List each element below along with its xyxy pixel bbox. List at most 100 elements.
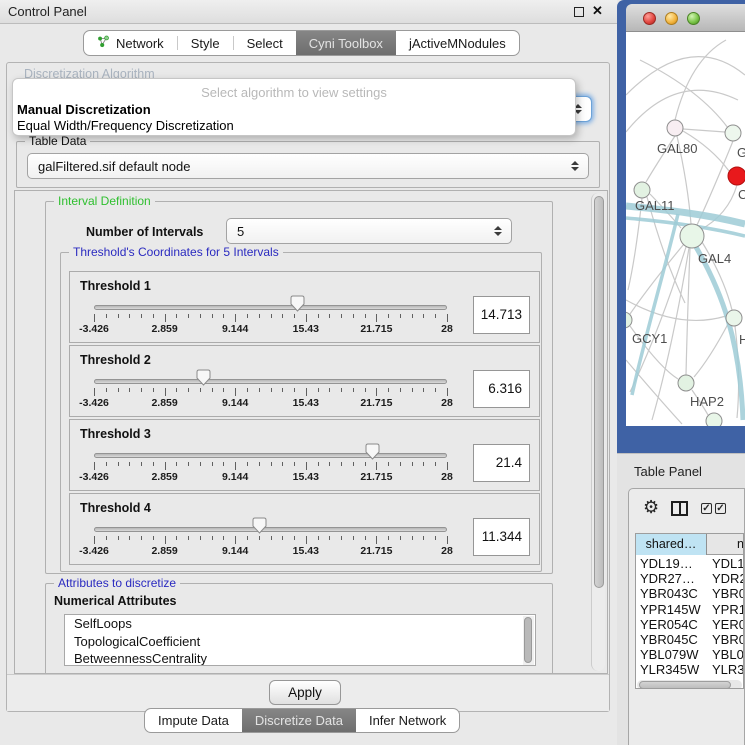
gal11-node[interactable] [634,182,650,198]
network-edge-highlighted[interactable] [632,214,678,395]
tab-network[interactable]: Network [84,31,177,55]
name-cell: YDR2 [712,571,744,586]
node-label: GA [737,145,745,160]
tick-label: 2.859 [151,323,177,335]
ga-node[interactable] [725,125,741,141]
network-canvas[interactable]: GAL80GACGAL11GAL4GCY1HHAP2 [626,32,745,426]
slider-thumb[interactable] [252,517,267,534]
threshold-label: Threshold 3 [80,427,151,441]
numerical-attributes-list[interactable]: SelfLoopsTopologicalCoefficientBetweenne… [64,614,536,666]
dropdown-placeholder: Select algorithm to view settings [13,85,575,100]
tick-label: 9.144 [222,397,248,409]
partial-node[interactable] [706,413,722,426]
close-icon[interactable]: ✕ [592,3,603,19]
close-traffic-light-icon[interactable] [643,12,656,25]
table-horizontal-scrollbar[interactable] [637,680,742,689]
table-data-group-title: Table Data [25,134,90,148]
attribute-list-item[interactable]: TopologicalCoefficient [65,633,535,651]
columns-icon[interactable] [671,501,688,516]
attributes-list-scrollbar[interactable] [523,616,534,666]
table-panel-title: Table Panel [634,464,702,479]
table-row[interactable]: YBR043CYBR0 [636,586,743,601]
tab-infer-network[interactable]: Infer Network [356,709,459,732]
attribute-list-item[interactable]: SelfLoops [65,615,535,633]
slider-thumb[interactable] [365,443,380,460]
name-cell: YBR0 [712,632,744,647]
checkbox-icon[interactable]: ✓ [701,503,712,514]
tick-label: 21.715 [360,323,392,335]
float-window-icon[interactable] [574,7,584,17]
gal4-node[interactable] [680,224,704,248]
threshold-value-field[interactable]: 11.344 [473,518,530,556]
slider-track[interactable] [94,305,447,310]
dropdown-option-manual[interactable]: Manual Discretization [17,102,151,117]
column-header-name[interactable]: n [707,534,743,555]
network-edge[interactable] [683,129,725,132]
threshold-value-field[interactable]: 21.4 [473,444,530,482]
table-row[interactable]: YLR345WYLR3 [636,662,743,677]
network-icon [97,35,110,51]
thresholds-group: Threshold's Coordinates for 5 Intervals … [60,252,542,572]
h-node[interactable] [726,310,742,326]
checkbox-icon[interactable]: ✓ [715,503,726,514]
table-row[interactable]: YER054CYER0 [636,617,743,632]
attribute-list-item[interactable]: BetweennessCentrality [65,650,535,666]
column-header-shared-name[interactable]: shared… [636,534,707,555]
tick-label: 2.859 [151,397,177,409]
table-row[interactable]: YPR145WYPR1 [636,602,743,617]
threshold-box-2: Threshold 2-3.4262.8599.14415.4321.71528… [69,345,540,417]
tick-label: 2.859 [151,471,177,483]
table-header: shared… n [636,534,743,555]
table-row[interactable]: YBL079WYBL0 [636,647,743,662]
tab-jactivemnodules[interactable]: jActiveMNodules [396,31,519,55]
tick-label: -3.426 [79,471,109,483]
tab-network-label: Network [116,36,164,51]
interval-definition-group: Interval Definition Number of Intervals … [45,201,553,574]
node-label: C [738,187,745,202]
table-row[interactable]: YDL19…YDL1 [636,556,743,571]
tick-label: 21.715 [360,471,392,483]
table-row[interactable]: YDR27…YDR2 [636,571,743,586]
threshold-value-field[interactable]: 6.316 [473,370,530,408]
table-panel-region: Table Panel ⚙ ✓ ✓ shared… n YDL19…YDL1YD… [617,453,745,745]
table-row[interactable]: YBR045CYBR0 [636,632,743,647]
minimize-traffic-light-icon[interactable] [665,12,678,25]
slider-track[interactable] [94,527,447,532]
dropdown-option-equal-width[interactable]: Equal Width/Frequency Discretization [17,118,234,133]
gcy1-node[interactable] [626,312,632,328]
tab-select[interactable]: Select [234,31,296,55]
network-window-titlebar[interactable] [626,4,745,32]
apply-button[interactable]: Apply [269,680,341,705]
tick-label: 28 [441,545,453,557]
tab-cyni-toolbox[interactable]: Cyni Toolbox [296,31,396,55]
num-intervals-combobox[interactable]: 5 [226,218,512,244]
shared-name-cell: YBL079W [640,647,699,662]
gear-icon[interactable]: ⚙ [643,498,659,516]
red-node[interactable] [728,167,745,185]
tab-style[interactable]: Style [178,31,233,55]
table-data-combobox[interactable]: galFiltered.sif default node [27,153,589,179]
settings-vertical-scrollbar[interactable] [591,193,605,671]
shared-name-cell: YLR345W [640,662,699,677]
slider-track[interactable] [94,453,447,458]
app-root: Control Panel ✕ Network Style Select [0,0,745,745]
zoom-traffic-light-icon[interactable] [687,12,700,25]
name-cell: YPR1 [712,602,744,617]
gal80-node[interactable] [667,120,683,136]
tick-label: 9.144 [222,545,248,557]
tab-discretize-data[interactable]: Discretize Data [242,709,356,732]
tab-impute-data[interactable]: Impute Data [145,709,242,732]
slider-ticks [94,536,447,545]
slider-thumb[interactable] [196,369,211,386]
threshold-label: Threshold 1 [80,279,151,293]
network-edge[interactable] [640,60,728,128]
combo-arrows-icon [571,161,579,171]
threshold-value-field[interactable]: 14.713 [473,296,530,334]
slider-track[interactable] [94,379,447,384]
combo-arrows-icon [494,226,502,236]
hap2-node[interactable] [678,375,694,391]
network-edge[interactable] [675,40,726,120]
network-edge[interactable] [686,248,690,375]
network-edge[interactable] [694,324,728,377]
slider-thumb[interactable] [290,295,305,312]
